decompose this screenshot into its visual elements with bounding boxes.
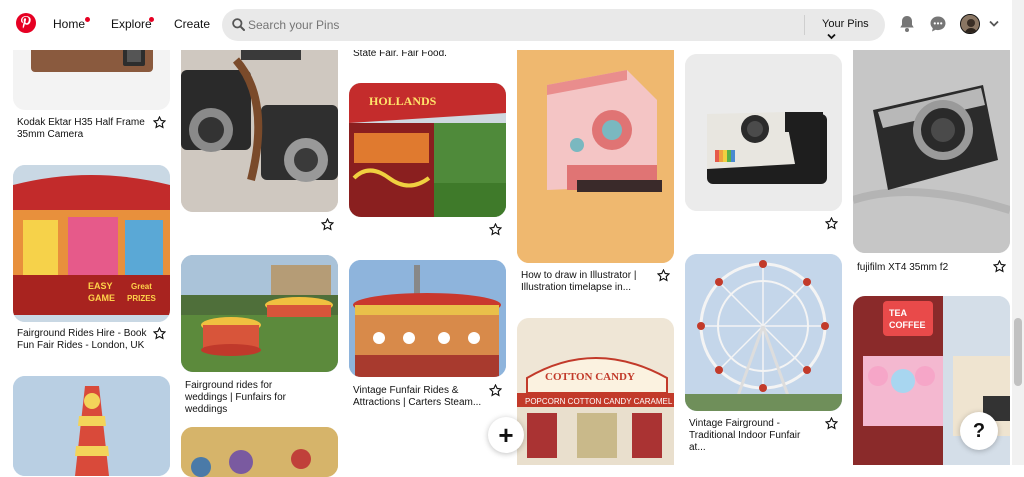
pin-image[interactable] — [181, 427, 338, 477]
pin-image[interactable] — [685, 54, 842, 211]
star-icon[interactable] — [153, 327, 166, 340]
svg-text:EASY: EASY — [88, 281, 113, 291]
pin-caption: Fairground rides for weddings | Funfairs… — [185, 380, 286, 415]
pin-caption: Fairground Rides Hire - Book Fun Fair Ri… — [17, 328, 147, 351]
account-chevron-down-icon[interactable] — [989, 20, 999, 28]
search-icon — [232, 18, 245, 31]
plus-icon: + — [498, 419, 514, 450]
nav-explore[interactable]: Explore — [111, 17, 152, 31]
star-icon[interactable] — [153, 116, 166, 129]
svg-text:COTTON CANDY: COTTON CANDY — [545, 371, 635, 383]
pin-image[interactable] — [685, 254, 842, 411]
svg-text:GAME: GAME — [88, 293, 115, 303]
your-pins-filter[interactable]: Your Pins — [822, 18, 885, 42]
svg-text:POPCORN COTTON CANDY CARAMEL: POPCORN COTTON CANDY CARAMEL APP — [525, 397, 674, 406]
help-button[interactable]: ? — [960, 412, 998, 450]
svg-text:PRIZES: PRIZES — [127, 294, 157, 303]
search-bar[interactable]: Your Pins — [222, 9, 885, 41]
help-icon: ? — [972, 419, 986, 442]
svg-text:Great: Great — [131, 282, 152, 291]
pin-caption: Kodak Ektar H35 Half Frame 35mm Camera — [17, 117, 145, 140]
pin-image[interactable]: EASY GAME Great PRIZES — [13, 165, 170, 322]
svg-text:COFFEE: COFFEE — [889, 320, 926, 330]
bell-icon[interactable] — [897, 14, 917, 34]
star-icon[interactable] — [321, 218, 334, 231]
svg-text:TEA: TEA — [889, 308, 908, 318]
star-icon[interactable] — [825, 417, 838, 430]
chat-icon[interactable] — [928, 14, 948, 34]
pin-image[interactable]: COTTON CANDY POPCORN COTTON CANDY CARAMEL… — [517, 318, 674, 465]
pin-caption: How to draw in Illustrator | Illustratio… — [521, 270, 637, 293]
pin-image[interactable]: HOLLANDS — [349, 83, 506, 217]
your-pins-label: Your Pins — [822, 18, 869, 30]
nav-create[interactable]: Create — [174, 17, 210, 31]
avatar[interactable] — [960, 14, 980, 34]
pin-caption: Vintage Fairground - Traditional Indoor … — [689, 418, 801, 453]
pin-image[interactable] — [181, 255, 338, 372]
scrollbar-thumb[interactable] — [1014, 318, 1022, 386]
page-scrollbar[interactable] — [1012, 0, 1024, 465]
search-divider — [804, 15, 805, 35]
svg-text:HOLLANDS: HOLLANDS — [369, 94, 437, 108]
pinterest-logo-icon[interactable] — [16, 13, 36, 33]
chevron-down-icon — [827, 33, 836, 40]
pin-image[interactable] — [13, 376, 170, 476]
pin-image[interactable] — [349, 260, 506, 377]
top-bar: Home Explore Create Your Pins — [0, 0, 1012, 50]
home-notification-dot — [85, 17, 90, 22]
star-icon[interactable] — [993, 260, 1006, 273]
explore-notification-dot — [149, 17, 154, 22]
star-icon[interactable] — [825, 217, 838, 230]
pin-caption: Vintage Funfair Rides & Attractions | Ca… — [353, 385, 482, 408]
star-icon[interactable] — [489, 384, 502, 397]
pin-caption: fujifilm XT4 35mm f2 — [857, 262, 949, 273]
star-icon[interactable] — [657, 269, 670, 282]
nav-home[interactable]: Home — [53, 17, 85, 31]
search-input[interactable] — [248, 9, 808, 41]
add-pin-button[interactable]: + — [488, 417, 524, 453]
star-icon[interactable] — [489, 223, 502, 236]
